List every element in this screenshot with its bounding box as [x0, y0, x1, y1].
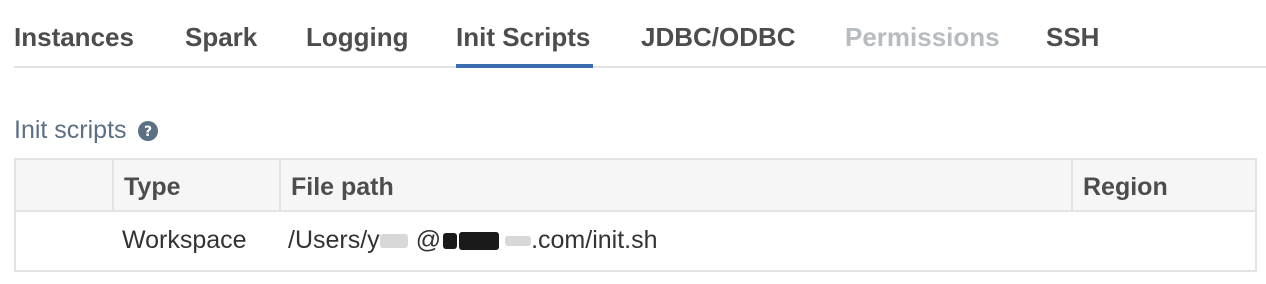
file-path-suffix: .com/init.sh — [531, 226, 658, 254]
tab-ssh[interactable]: SSH — [1046, 22, 1099, 53]
redaction-mark — [443, 233, 458, 250]
header-file-path: File path — [291, 173, 394, 201]
active-tab-indicator — [456, 64, 593, 68]
redaction-mark — [379, 234, 408, 249]
tab-instances[interactable]: Instances — [14, 22, 134, 53]
column-divider — [112, 160, 114, 210]
tab-jdbc-odbc[interactable]: JDBC/ODBC — [641, 22, 796, 53]
table-row[interactable]: Workspace /Users/y @ .com/init.sh — [16, 212, 1255, 270]
file-path-prefix: /Users/y — [288, 226, 380, 254]
init-scripts-table: Type File path Region Workspace /Users/y… — [14, 158, 1257, 272]
file-path-mid: @ — [415, 226, 442, 254]
file-path-cell: /Users/y @ .com/init.sh — [288, 226, 658, 255]
init-scripts-heading: Init scripts ? — [14, 116, 159, 145]
table-header: Type File path Region — [16, 160, 1255, 212]
redaction-mark — [459, 232, 500, 251]
column-divider — [279, 160, 281, 210]
type-cell: Workspace — [122, 226, 247, 254]
svg-text:?: ? — [143, 124, 151, 140]
tab-spark[interactable]: Spark — [185, 22, 257, 53]
tab-permissions: Permissions — [845, 22, 1000, 52]
column-divider — [1071, 160, 1073, 210]
redaction-mark — [505, 236, 532, 247]
tab-init-scripts[interactable]: Init Scripts — [456, 22, 590, 53]
tab-logging[interactable]: Logging — [306, 22, 409, 53]
tab-bar: Instances Spark Logging Init Scripts JDB… — [14, 0, 1266, 68]
section-title: Init scripts — [14, 116, 127, 144]
header-type: Type — [124, 173, 181, 201]
question-circle-icon[interactable]: ? — [137, 120, 159, 142]
header-region: Region — [1083, 173, 1168, 201]
